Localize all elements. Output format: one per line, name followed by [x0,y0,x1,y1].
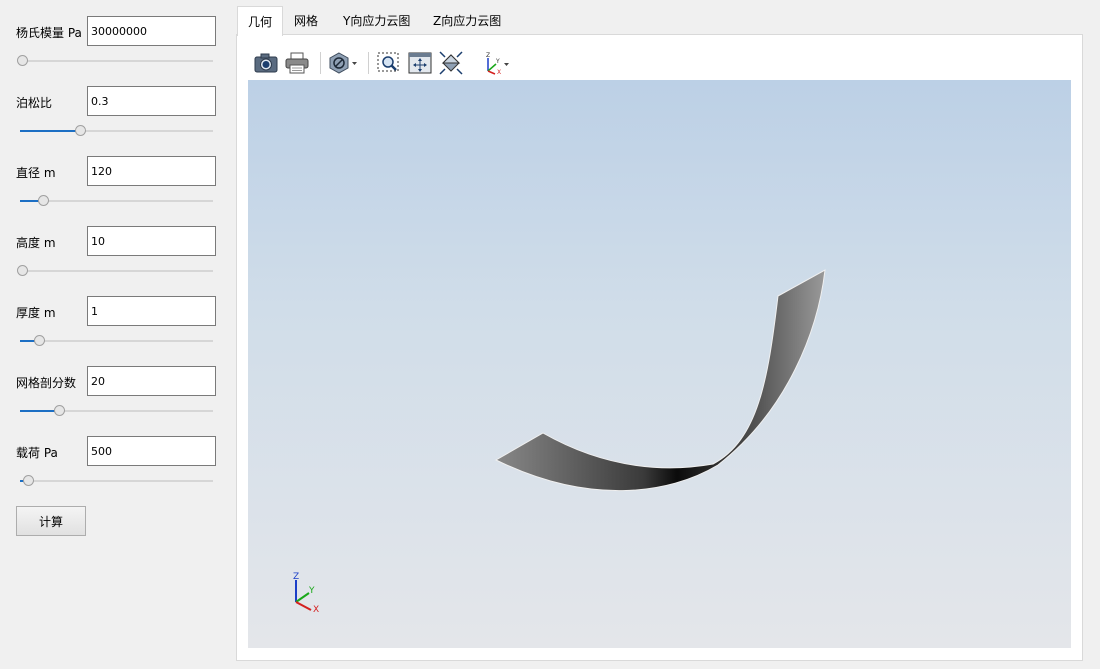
load-slider[interactable] [20,475,213,487]
print-icon[interactable] [283,49,311,77]
pan-icon[interactable] [437,49,465,77]
tab-mesh[interactable]: 网格 [284,6,328,34]
tab-y-stress[interactable]: Y向应力云图 [333,6,420,34]
load-input[interactable] [87,436,216,466]
axis-triad: Z Y X [293,572,319,615]
thickness-input[interactable] [87,296,216,326]
poisson-ratio-label: 泊松比 [16,96,53,110]
poisson-ratio-input[interactable] [87,86,216,116]
zoom-box-icon[interactable] [375,49,403,77]
diameter-slider[interactable] [20,195,213,207]
view-orientation-icon[interactable]: Z Y X [481,49,513,77]
toolbar-separator [368,52,369,74]
tab-geometry[interactable]: 几何 [237,6,284,36]
height-input[interactable] [87,226,216,256]
viewer-toolbar: Z Y X [248,46,1071,80]
youngs-modulus-input[interactable] [87,16,216,46]
camera-icon[interactable] [252,49,280,77]
svg-text:X: X [497,69,501,75]
calculate-button[interactable]: 计算 [16,506,86,536]
poisson-ratio-slider[interactable] [20,125,213,137]
diameter-label: 直径 m [16,166,56,180]
axis-x-label: X [313,605,319,615]
slider-track [20,270,213,272]
slider-knob[interactable] [54,405,65,416]
toolbar-separator [320,52,321,74]
svg-text:Y: Y [495,58,500,65]
height-label: 高度 m [16,236,56,250]
slider-track [20,340,213,342]
slider-knob[interactable] [17,265,28,276]
thickness-label: 厚度 m [16,306,56,320]
axis-y-label: Y [308,586,315,596]
load-label: 载荷 Pa [16,446,58,460]
slider-knob[interactable] [23,475,34,486]
thickness-slider[interactable] [20,335,213,347]
parameter-panel: 杨氏模量 Pa 泊松比 直径 m 高度 m 厚度 m 网格剖分数 [0,0,230,669]
slider-knob[interactable] [38,195,49,206]
cylindrical-shell-model [494,269,826,492]
mesh-divisions-label: 网格剖分数 [16,376,77,390]
slider-knob[interactable] [17,55,28,66]
youngs-modulus-label: 杨氏模量 Pa [16,26,82,40]
slider-track [20,60,213,62]
slider-knob[interactable] [34,335,45,346]
height-slider[interactable] [17,265,213,277]
3d-viewer: Z Y X Z Y X [248,46,1071,648]
display-mode-icon[interactable] [327,49,359,77]
mesh-divisions-slider[interactable] [20,405,213,417]
tab-z-stress[interactable]: Z向应力云图 [423,6,511,34]
youngs-modulus-slider[interactable] [17,55,213,67]
fit-all-icon[interactable] [406,49,434,77]
slider-knob[interactable] [75,125,86,136]
3d-viewport[interactable]: Z Y X [248,80,1071,648]
diameter-input[interactable] [87,156,216,186]
mesh-divisions-input[interactable] [87,366,216,396]
svg-text:Z: Z [486,52,490,59]
axis-z-label: Z [293,572,299,582]
slider-fill [20,130,80,132]
slider-track [20,480,213,482]
